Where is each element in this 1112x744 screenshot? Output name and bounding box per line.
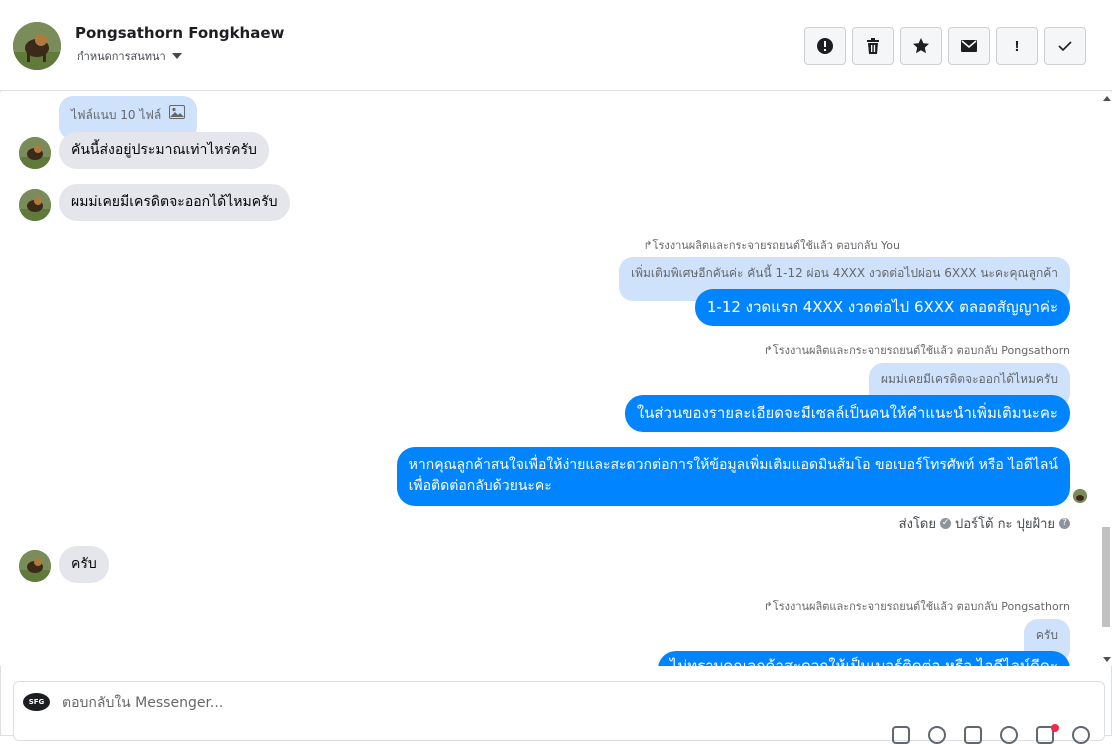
conversation-settings-dropdown[interactable]: กำหนดการสนทนา	[77, 47, 182, 65]
image-icon	[169, 105, 186, 119]
star-icon	[913, 38, 929, 54]
reply-context-label: ↱โรงงานผลิตและกระจายรถยนต์ใช้แล้ว ตอบกลั…	[763, 600, 1070, 613]
reply-context-label: ↱โรงงานผลิตและกระจายรถยนต์ใช้แล้ว ตอบกลั…	[763, 344, 1070, 357]
message-line: หากคุณลูกค้าสนใจเพื่อให้ง่ายและสะดวกต่อก…	[408, 457, 1058, 473]
message-composer: SFG	[13, 681, 1105, 744]
mark-unread-button[interactable]	[948, 27, 990, 65]
star-button[interactable]	[900, 27, 942, 65]
page-avatar: SFG	[23, 693, 50, 711]
checkmark-icon	[1058, 41, 1072, 52]
conversation-settings-label: กำหนดการสนทนา	[77, 50, 166, 63]
report-button[interactable]	[804, 27, 846, 65]
reply-input[interactable]	[62, 692, 962, 714]
exclamation-icon: !	[1014, 37, 1020, 55]
contact-name[interactable]: Pongsathorn Fongkhaew	[75, 24, 284, 42]
scroll-down-arrow[interactable]	[1103, 657, 1111, 662]
mark-done-button[interactable]	[1044, 27, 1086, 65]
reply-context-label: ↱โรงงานผลิตและกระจายรถยนต์ใช้แล้ว ตอบกลั…	[643, 239, 900, 252]
message-incoming[interactable]: ครับ	[59, 546, 109, 583]
contact-avatar-small	[19, 550, 51, 582]
trash-icon	[867, 38, 879, 54]
notification-dot	[1051, 724, 1059, 732]
composer-tools	[892, 726, 1090, 744]
read-receipt-avatar	[1073, 489, 1087, 503]
help-icon[interactable]: ?	[1059, 518, 1070, 529]
message-outgoing[interactable]: ไม่ทราบคุณลูกค้าสะดวกให้เป็นเบอร์ติดต่อ …	[657, 651, 1070, 666]
message-thread[interactable]: ไฟล์แนบ 10 ไฟล์ คันนี้ส่งอยู่ประมาณเท่าไ…	[0, 92, 1100, 666]
reply-arrow-icon: ↱	[763, 600, 773, 613]
follow-up-button[interactable]: !	[996, 27, 1038, 65]
message-line: เพื่อติดต่อกลับด้วยนะคะ	[408, 478, 552, 494]
paperclip-icon[interactable]	[928, 726, 946, 744]
caret-down-icon	[171, 53, 182, 59]
report-icon	[817, 38, 833, 54]
reply-arrow-icon: ↱	[763, 344, 773, 357]
header-actions: !	[804, 27, 1086, 65]
saved-reply-icon[interactable]	[964, 726, 982, 744]
contact-avatar-small	[19, 189, 51, 221]
message-outgoing[interactable]: 1-12 งวดแรก 4XXX งวดต่อไป 6XXX ตลอดสัญญา…	[694, 289, 1070, 326]
attach-file-icon[interactable]	[892, 726, 910, 744]
emoji-icon[interactable]	[1000, 726, 1018, 744]
delete-button[interactable]	[852, 27, 894, 65]
scroll-up-arrow[interactable]	[1103, 96, 1111, 101]
scroll-thumb[interactable]	[1102, 527, 1110, 627]
conversation-header: Pongsathorn Fongkhaew กำหนดการสนทนา !	[0, 0, 1112, 91]
like-icon[interactable]	[1072, 726, 1090, 744]
reply-arrow-icon: ↱	[643, 239, 653, 252]
message-incoming[interactable]: ผมม่เคยมีเครดิตจะออกได้ไหมครับ	[59, 184, 290, 221]
message-outgoing-multiline[interactable]: หากคุณลูกค้าสนใจเพื่อให้ง่ายและสะดวกต่อก…	[396, 447, 1070, 506]
attachment-label: ไฟล์แนบ 10 ไฟล์	[71, 108, 162, 122]
sent-by-info: ส่งโดย ✓ ปอร์โต้ กะ ปุยฝ้าย ?	[899, 513, 1070, 534]
contact-avatar-small	[19, 137, 51, 169]
contact-avatar[interactable]	[13, 22, 61, 70]
message-outgoing[interactable]: ในส่วนของรายละเอียดจะมีเซลล์เป็นคนให้คำแ…	[624, 395, 1070, 432]
verified-icon: ✓	[940, 518, 951, 529]
sent-by-prefix: ส่งโดย	[898, 517, 936, 532]
envelope-icon	[961, 40, 977, 52]
thread-scrollbar[interactable]	[1100, 92, 1112, 666]
sent-by-name: ปอร์โต้ กะ ปุยฝ้าย	[955, 517, 1055, 532]
message-incoming[interactable]: คันนี้ส่งอยู่ประมาณเท่าไหร่ครับ	[59, 132, 269, 169]
